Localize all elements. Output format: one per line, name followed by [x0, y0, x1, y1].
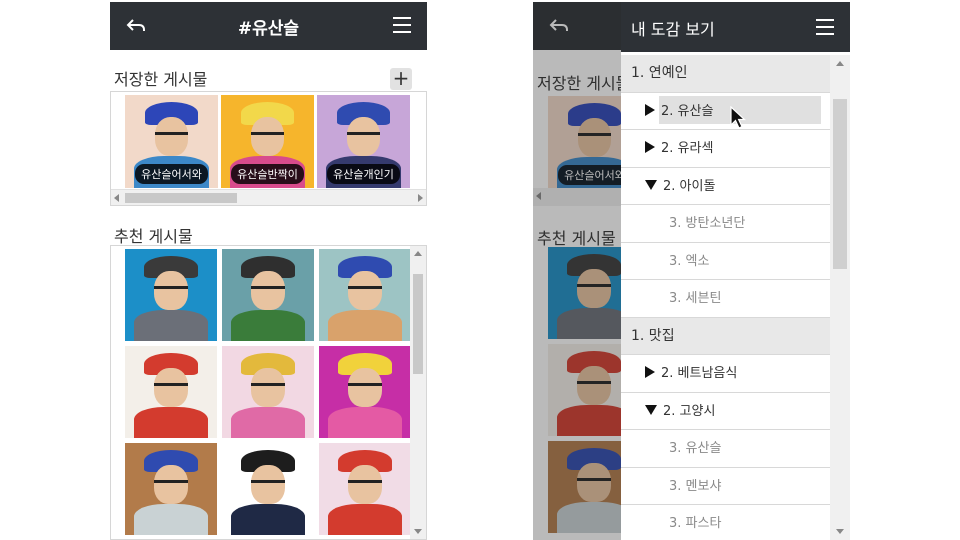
collapse-arrow-icon[interactable]	[645, 179, 657, 190]
recommended-post-thumbnail[interactable]	[125, 249, 217, 341]
scrollbar-thumb[interactable]	[413, 274, 423, 374]
tree-item-label: 2. 베트남음식	[661, 366, 738, 381]
vertical-scrollbar[interactable]	[830, 55, 850, 540]
tree-item-level-2[interactable]: 2. 유라섹	[621, 130, 830, 168]
saved-post-thumbnail[interactable]: 유산슬반짝이	[221, 95, 314, 188]
screen-hashtag-page: #유산슬 저장한 게시물 + 유산슬개인기 유산슬반짝이 유산슬어서와 추천 게시물	[110, 2, 427, 540]
saved-post-thumbnail[interactable]: 유산슬어서와	[125, 95, 218, 188]
tree-item-level-2[interactable]: 2. 아이돌	[621, 168, 830, 205]
recommended-post-thumbnail[interactable]	[319, 443, 411, 535]
tree-item-level-3[interactable]: 3. 유산슬	[621, 430, 830, 468]
scroll-up-icon[interactable]	[414, 251, 422, 256]
tree-item-level-1[interactable]: 1. 맛집	[621, 317, 830, 355]
tree-item-level-3[interactable]: 3. 파스타	[621, 505, 830, 540]
tree-item-label: 3. 엑소	[669, 253, 710, 269]
scroll-left-icon[interactable]	[114, 194, 119, 202]
tree-item-label: 1. 연예인	[631, 65, 688, 81]
saved-posts-carousel[interactable]: 유산슬개인기 유산슬반짝이 유산슬어서와	[110, 91, 427, 206]
recommended-post-thumbnail[interactable]	[222, 443, 314, 535]
thumbnail-caption: 유산슬어서와	[135, 164, 208, 184]
tree-item-label: 3. 세븐틴	[669, 291, 722, 306]
tree-item-label: 3. 방탄소년단	[669, 216, 746, 231]
tree-item-level-3[interactable]: 3. 멘보샤	[621, 468, 830, 505]
recommended-post-thumbnail[interactable]	[125, 346, 217, 438]
expand-arrow-icon[interactable]	[645, 103, 655, 116]
recommended-post-thumbnail[interactable]	[319, 346, 411, 438]
scrollbar-thumb[interactable]	[833, 99, 847, 269]
screen-collection-drawer: 저장한 게시물 유산슬어서와 추천 게시물 내 도감 보기 1. 연예인 2. 유…	[533, 2, 850, 540]
recommended-post-thumbnail[interactable]	[125, 443, 217, 535]
saved-posts-title: 저장한 게시물	[114, 70, 208, 89]
thumbnail-caption: 유산슬개인기	[327, 164, 400, 184]
scroll-down-icon[interactable]	[836, 529, 844, 534]
tree-item-label: 2. 고양시	[663, 403, 716, 419]
hamburger-menu-icon[interactable]	[393, 17, 411, 33]
tree-item-label: 2. 유라섹	[661, 141, 714, 156]
recommended-posts-title: 추천 게시물	[114, 227, 193, 246]
recommended-post-thumbnail[interactable]	[222, 249, 314, 341]
collapse-arrow-icon[interactable]	[645, 404, 657, 415]
tree-item-label: 3. 유산슬	[669, 441, 722, 456]
tree-item-level-2[interactable]: 2. 유산슬	[621, 93, 830, 130]
tree-item-level-3[interactable]: 3. 세븐틴	[621, 280, 830, 318]
tree-item-level-1[interactable]: 1. 연예인	[621, 55, 830, 93]
expand-arrow-icon[interactable]	[645, 366, 655, 378]
tree-item-level-2[interactable]: 2. 베트남음식	[621, 355, 830, 393]
tree-item-level-2[interactable]: 2. 고양시	[621, 393, 830, 430]
tree-item-level-3[interactable]: 3. 엑소	[621, 243, 830, 280]
add-button[interactable]: +	[390, 68, 412, 90]
saved-post-thumbnail[interactable]: 유산슬개인기	[317, 95, 410, 188]
recommended-post-thumbnail[interactable]	[222, 346, 314, 438]
recommended-posts-grid	[110, 245, 427, 540]
tree-item-label: 2. 아이돌	[663, 178, 716, 194]
scrollbar-thumb[interactable]	[125, 193, 237, 203]
page-title: #유산슬	[237, 19, 300, 39]
drawer-title: 내 도감 보기	[631, 20, 715, 39]
thumbnail-caption: 유산슬반짝이	[231, 164, 304, 184]
scroll-up-icon[interactable]	[836, 61, 844, 66]
top-app-bar: #유산슬	[110, 2, 427, 50]
horizontal-scrollbar[interactable]	[111, 189, 426, 205]
scroll-right-icon[interactable]	[418, 194, 423, 202]
drawer-backdrop[interactable]	[533, 2, 621, 540]
collection-drawer: 내 도감 보기 1. 연예인 2. 유산슬 2. 유라섹 2. 아이돌 3. 방탄소년단…	[621, 2, 850, 540]
recommended-post-thumbnail[interactable]	[319, 249, 411, 341]
tree-item-level-3[interactable]: 3. 방탄소년단	[621, 205, 830, 243]
tree-item-label: 1. 맛집	[631, 327, 675, 344]
category-tree: 1. 연예인 2. 유산슬 2. 유라섹 2. 아이돌 3. 방탄소년단 3. 엑소 3. …	[621, 55, 830, 540]
mouse-cursor-icon	[730, 106, 746, 129]
tree-item-label: 3. 멘보샤	[669, 478, 722, 494]
drawer-header: 내 도감 보기	[621, 2, 850, 52]
tree-item-label: 3. 파스타	[669, 516, 722, 531]
tree-item-label: 2. 유산슬	[661, 103, 714, 119]
vertical-scrollbar[interactable]	[410, 246, 426, 539]
scroll-down-icon[interactable]	[414, 529, 422, 534]
hamburger-menu-icon[interactable]	[816, 19, 834, 35]
expand-arrow-icon[interactable]	[645, 141, 655, 153]
